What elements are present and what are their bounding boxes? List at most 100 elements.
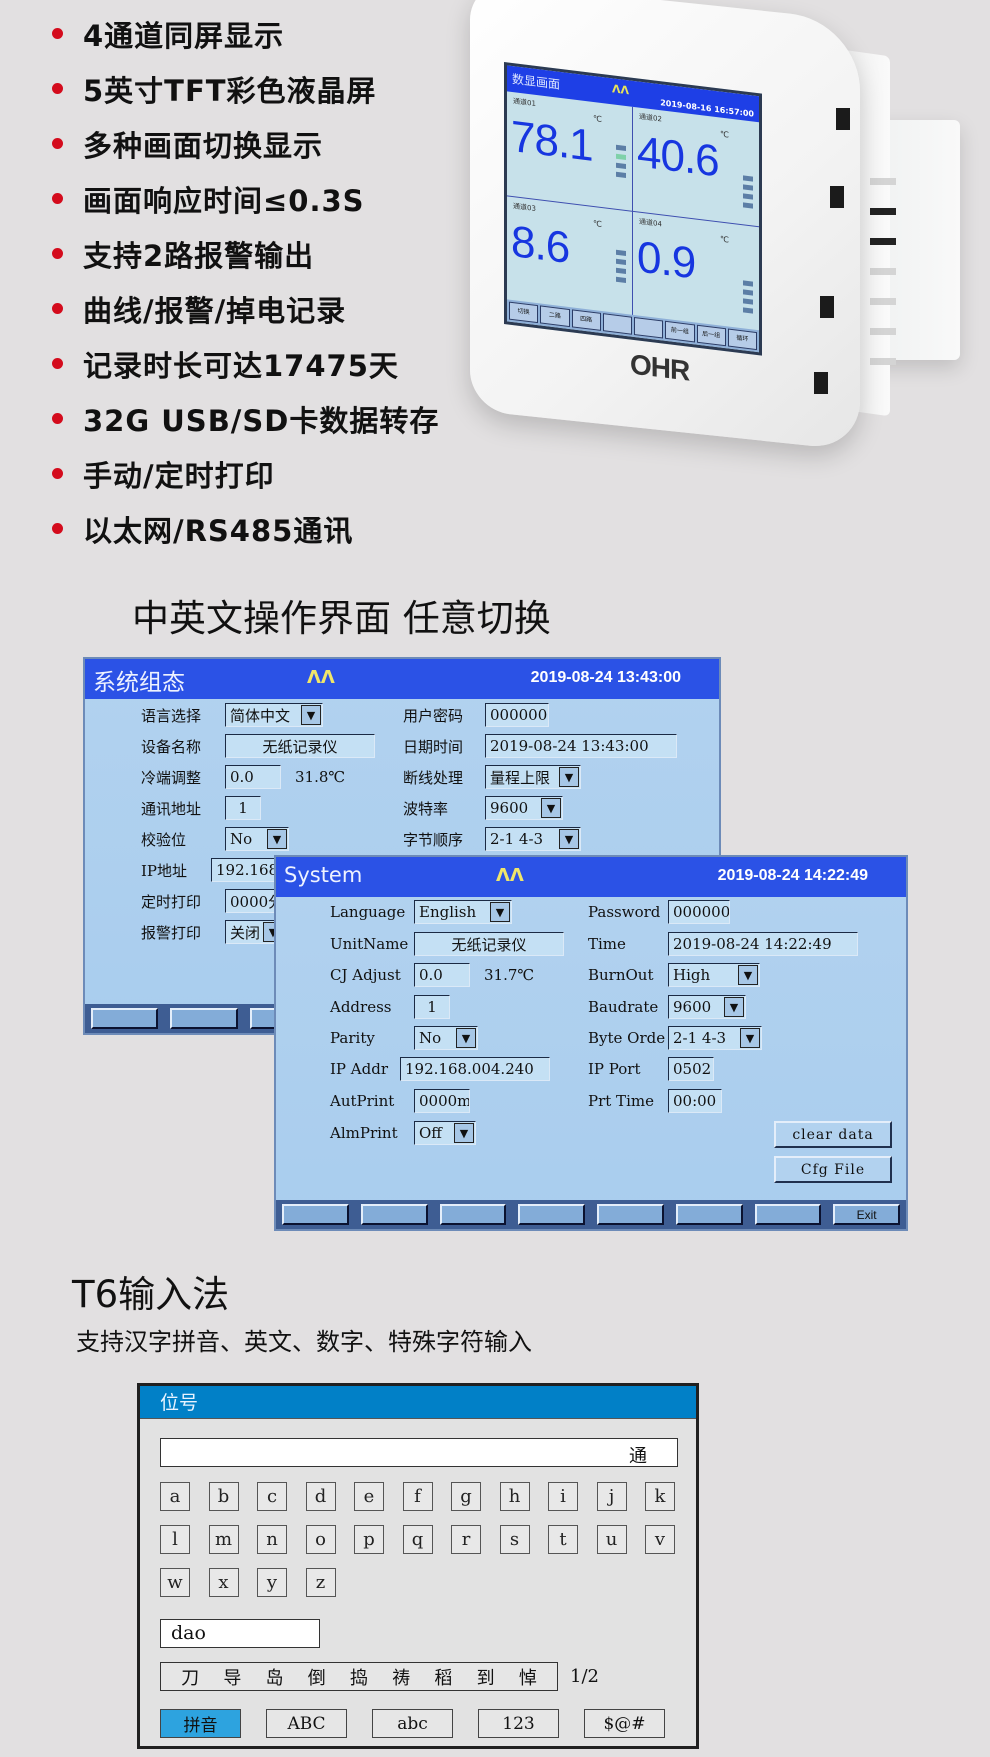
key-h[interactable]: h — [499, 1482, 530, 1511]
key-j[interactable]: j — [596, 1482, 627, 1511]
key-r[interactable]: r — [451, 1525, 481, 1554]
dropdown-arrow-icon[interactable]: ▼ — [724, 997, 744, 1017]
candidate-character[interactable]: 稻 — [434, 1664, 452, 1690]
key-w[interactable]: w — [160, 1568, 190, 1597]
candidate-character[interactable]: 导 — [223, 1664, 241, 1690]
candidate-character[interactable]: 到 — [477, 1664, 495, 1690]
address-input[interactable]: 1 — [414, 995, 450, 1019]
burnout-select[interactable]: 量程上限 ▼ — [485, 765, 581, 789]
key-f[interactable]: f — [402, 1482, 433, 1511]
time-input[interactable]: 2019-08-24 14:22:49 — [668, 932, 858, 956]
key-z[interactable]: z — [305, 1568, 336, 1597]
baudrate-select[interactable]: 9600 ▼ — [485, 796, 563, 820]
cfg-file-button[interactable]: Cfg File — [774, 1156, 892, 1183]
dropdown-arrow-icon[interactable]: ▼ — [490, 902, 510, 922]
burnout-select[interactable]: High ▼ — [668, 963, 760, 987]
key-k[interactable]: k — [645, 1482, 675, 1511]
footer-button[interactable] — [282, 1204, 349, 1225]
screen-button-previous-group[interactable]: 前一组 — [665, 320, 695, 343]
candidate-character[interactable]: 岛 — [266, 1664, 284, 1690]
screen-button-blank[interactable] — [602, 313, 632, 335]
screen-button-four-channel[interactable]: 四路 — [571, 309, 601, 331]
key-d[interactable]: d — [305, 1482, 336, 1511]
alarm-print-select[interactable]: Off ▼ — [414, 1121, 476, 1145]
key-i[interactable]: i — [548, 1482, 578, 1511]
key-a[interactable]: a — [160, 1482, 190, 1511]
footer-button[interactable] — [675, 1204, 743, 1225]
candidate-page-indicator[interactable]: 1/2 — [570, 1666, 599, 1687]
ime-panel: 位号 通 abcdefghijklmnopqrstuvwxyz dao 刀导岛倒… — [137, 1383, 699, 1749]
key-m[interactable]: m — [208, 1525, 239, 1554]
footer-button[interactable] — [439, 1204, 507, 1225]
dropdown-arrow-icon[interactable]: ▼ — [267, 829, 287, 849]
key-v[interactable]: v — [645, 1525, 675, 1554]
footer-button[interactable] — [597, 1204, 664, 1225]
key-n[interactable]: n — [257, 1525, 287, 1554]
exit-button[interactable]: Exit — [833, 1204, 900, 1225]
key-b[interactable]: b — [208, 1482, 239, 1511]
dropdown-arrow-icon[interactable]: ▼ — [541, 798, 561, 818]
key-s[interactable]: s — [499, 1525, 530, 1554]
screen-button-next-group[interactable]: 后一组 — [696, 324, 726, 347]
input-mode-button[interactable]: ABC — [266, 1709, 347, 1738]
candidate-character[interactable]: 刀 — [181, 1664, 199, 1690]
key-x[interactable]: x — [208, 1568, 239, 1597]
input-mode-button[interactable]: 123 — [478, 1709, 559, 1738]
dropdown-arrow-icon[interactable]: ▼ — [456, 1028, 476, 1048]
print-time-input[interactable]: 00:00 — [668, 1089, 722, 1113]
parity-select[interactable]: No ▼ — [225, 827, 289, 851]
key-l[interactable]: l — [160, 1525, 190, 1554]
password-input[interactable]: 000000 — [485, 703, 549, 727]
dropdown-arrow-icon[interactable]: ▼ — [454, 1123, 474, 1143]
pinyin-input[interactable]: dao — [160, 1619, 320, 1648]
key-t[interactable]: t — [548, 1525, 578, 1554]
screen-button-blank[interactable] — [634, 316, 664, 339]
footer-button[interactable] — [754, 1204, 822, 1225]
key-o[interactable]: o — [305, 1525, 336, 1554]
clear-data-button[interactable]: clear data — [774, 1121, 892, 1148]
parity-select[interactable]: No ▼ — [414, 1026, 478, 1050]
footer-button[interactable] — [170, 1008, 238, 1029]
dropdown-arrow-icon[interactable]: ▼ — [559, 829, 579, 849]
language-select[interactable]: 简体中文 ▼ — [225, 703, 323, 727]
cj-adjust-input[interactable]: 0.0 — [414, 963, 470, 987]
screen-button-switch[interactable]: 切换 — [509, 301, 539, 324]
datetime-input[interactable]: 2019-08-24 13:43:00 — [485, 734, 677, 758]
candidate-character[interactable]: 捣 — [350, 1664, 368, 1690]
input-mode-button[interactable]: $@# — [584, 1709, 665, 1738]
language-select[interactable]: English ▼ — [414, 900, 512, 924]
key-c[interactable]: c — [257, 1482, 287, 1511]
footer-button[interactable] — [360, 1204, 428, 1225]
comm-address-input[interactable]: 1 — [225, 796, 261, 820]
dropdown-arrow-icon[interactable]: ▼ — [301, 705, 321, 725]
cold-junction-input[interactable]: 0.0 — [225, 765, 281, 789]
footer-button[interactable] — [518, 1204, 585, 1225]
dropdown-arrow-icon[interactable]: ▼ — [738, 965, 758, 985]
footer-button[interactable] — [91, 1008, 159, 1029]
device-name-input[interactable]: 无纸记录仪 — [225, 734, 375, 758]
input-mode-button[interactable]: 拼音 — [160, 1709, 241, 1738]
key-g[interactable]: g — [451, 1482, 481, 1511]
screen-button-two-channel[interactable]: 二路 — [540, 305, 570, 328]
byte-order-select[interactable]: 2-1 4-3 ▼ — [485, 827, 581, 851]
key-y[interactable]: y — [257, 1568, 287, 1597]
screen-button-cycle[interactable]: 循环 — [727, 328, 757, 351]
dropdown-arrow-icon[interactable]: ▼ — [559, 767, 579, 787]
dropdown-arrow-icon[interactable]: ▼ — [740, 1028, 760, 1048]
key-e[interactable]: e — [354, 1482, 384, 1511]
candidate-character[interactable]: 倒 — [308, 1664, 326, 1690]
key-u[interactable]: u — [596, 1525, 627, 1554]
byte-order-select[interactable]: 2-1 4-3 ▼ — [668, 1026, 762, 1050]
ip-address-input[interactable]: 192.168.004.240 — [400, 1057, 550, 1081]
unit-name-input[interactable]: 无纸记录仪 — [414, 932, 564, 956]
input-mode-button[interactable]: abc — [372, 1709, 453, 1738]
candidate-character[interactable]: 悼 — [519, 1664, 537, 1690]
baudrate-select[interactable]: 9600 ▼ — [668, 995, 746, 1019]
ip-port-input[interactable]: 0502 — [668, 1057, 714, 1081]
key-q[interactable]: q — [402, 1525, 433, 1554]
password-input[interactable]: 000000 — [668, 900, 730, 924]
auto-print-input[interactable]: 0000m — [414, 1089, 470, 1113]
candidate-character[interactable]: 祷 — [392, 1664, 410, 1690]
ime-text-input[interactable]: 通 — [160, 1438, 678, 1467]
key-p[interactable]: p — [354, 1525, 384, 1554]
